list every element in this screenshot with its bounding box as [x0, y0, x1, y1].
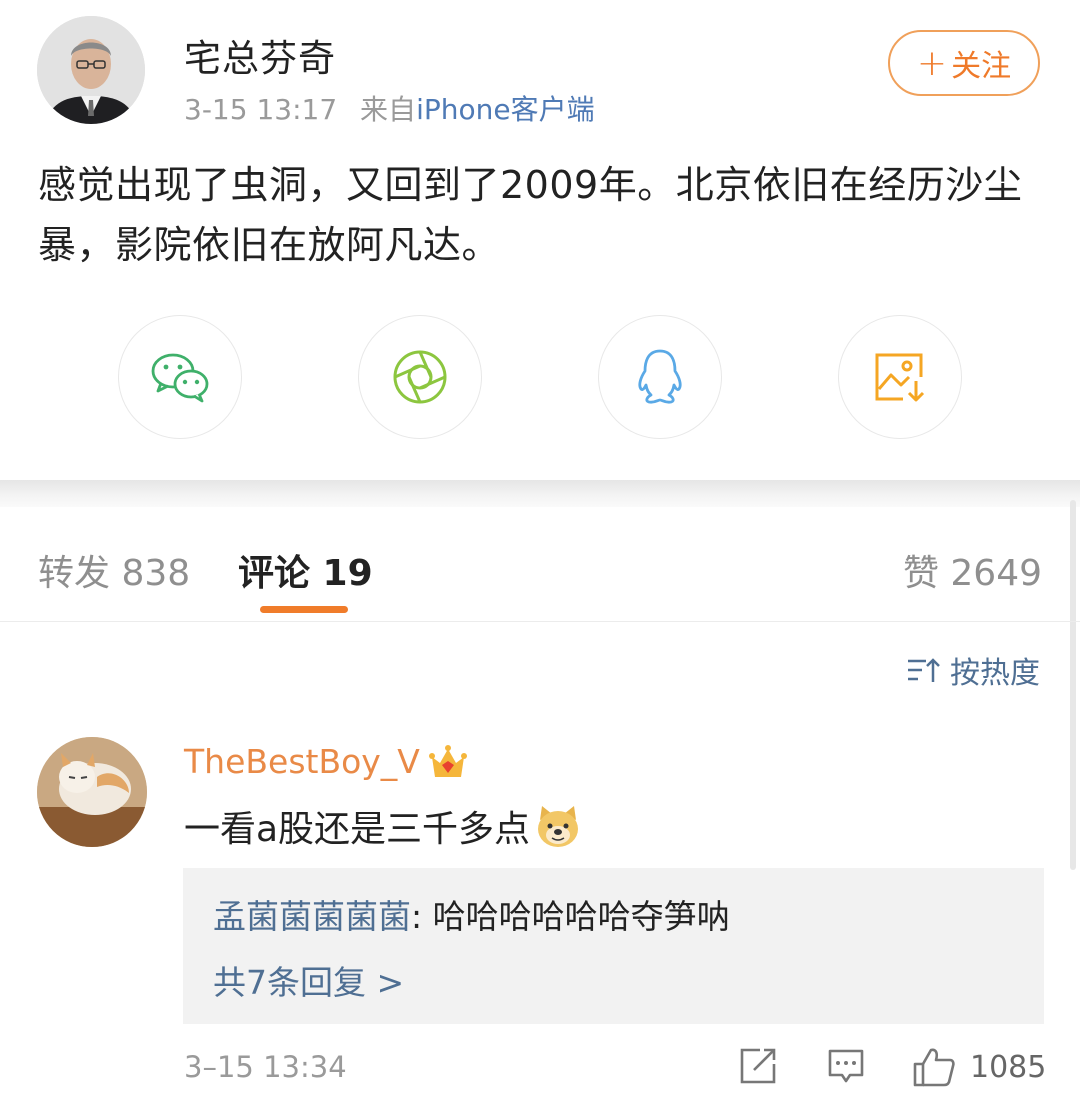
sort-icon: [908, 658, 940, 682]
reply-preview-box[interactable]: 孟菌菌菌菌菌: 哈哈哈哈哈哈夺笋呐 共7条回复 >: [183, 868, 1044, 1024]
commenter-username[interactable]: TheBestBoy_V: [184, 742, 420, 781]
comment-like-count: 1085: [970, 1050, 1047, 1085]
tab-comments[interactable]: 评论 19: [238, 544, 373, 596]
reply-username[interactable]: 孟菌菌菌菌菌: [213, 897, 411, 936]
reply-text: 哈哈哈哈哈哈夺笋呐: [432, 897, 730, 936]
sort-label: 按热度: [950, 656, 1040, 691]
share-moments-button[interactable]: [358, 315, 482, 439]
post-source-prefix: 来自: [360, 93, 417, 126]
reply-separator: :: [411, 897, 433, 936]
repost-comment-button[interactable]: [738, 1046, 778, 1090]
share-icon: [740, 1048, 776, 1084]
tab-repost[interactable]: 转发 838: [38, 544, 190, 596]
follow-label: 关注: [951, 49, 1012, 84]
thumbs-up-icon: [913, 1048, 955, 1087]
post-meta: 3-15 13:17 来自iPhone客户端: [184, 88, 595, 128]
poster-avatar[interactable]: [37, 16, 145, 124]
reply-comment-button[interactable]: [826, 1046, 866, 1090]
post-source[interactable]: iPhone客户端: [416, 93, 595, 126]
active-tab-indicator: [260, 606, 348, 613]
scrollbar[interactable]: [1070, 500, 1076, 870]
comment-icon: [828, 1049, 864, 1083]
comment-time: 3–15 13:34: [184, 1050, 347, 1084]
tabs-divider: [0, 621, 1080, 622]
like-comment-button[interactable]: [912, 1046, 956, 1092]
comment-text: 一看a股还是三千多点: [184, 809, 531, 850]
commenter-avatar[interactable]: [37, 737, 147, 847]
doge-emoji-icon: [538, 806, 579, 847]
comment-text-row: 一看a股还是三千多点: [184, 800, 582, 852]
poster-username[interactable]: 宅总芬奇: [184, 28, 336, 82]
follow-button[interactable]: + 关注: [888, 30, 1040, 96]
reply-line: 孟菌菌菌菌菌: 哈哈哈哈哈哈夺笋呐: [213, 890, 730, 938]
qq-icon: [638, 349, 682, 404]
plus-icon: +: [916, 42, 948, 84]
save-image-button[interactable]: [838, 315, 962, 439]
commenter-username-row: TheBestBoy_V: [184, 742, 468, 781]
moments-icon: [393, 350, 447, 404]
tab-likes[interactable]: 赞 2649: [903, 544, 1042, 596]
more-replies-link[interactable]: 共7条回复 >: [213, 956, 404, 1004]
section-separator: [0, 480, 1080, 507]
save-image-icon: [875, 353, 925, 402]
sort-by-hot-button[interactable]: 按热度: [906, 648, 1040, 692]
wechat-icon: [151, 353, 209, 403]
share-qq-button[interactable]: [598, 315, 722, 439]
vip-crown-badge-icon: [428, 744, 467, 777]
post-time: 3-15 13:17: [184, 93, 338, 126]
post-text: 感觉出现了虫洞，又回到了2009年。北京依旧在经历沙尘暴，影院依旧在放阿凡达。: [38, 163, 1023, 267]
share-wechat-button[interactable]: [118, 315, 242, 439]
